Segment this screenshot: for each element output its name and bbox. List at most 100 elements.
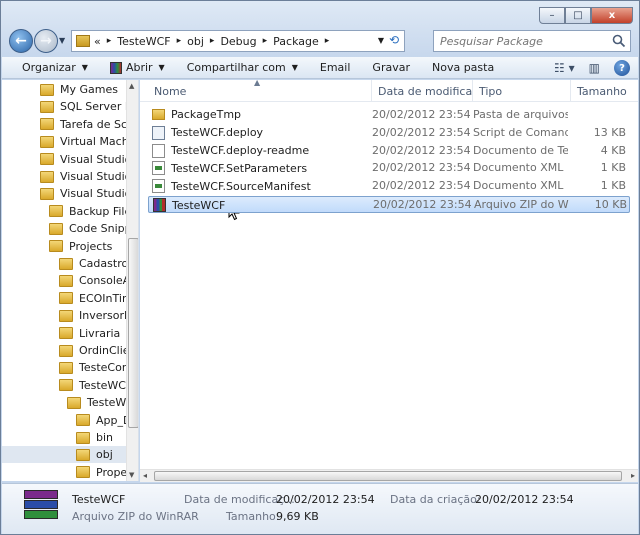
close-button[interactable]: x [591, 7, 633, 24]
tree-item[interactable]: Backup Files [49, 203, 137, 220]
folder-icon [49, 222, 63, 235]
tree-item-label: My Games [60, 83, 118, 96]
share-button[interactable]: Compartilhar com ▼ [187, 61, 298, 74]
breadcrumb-overflow[interactable]: « [94, 35, 101, 48]
address-history-chevron-icon[interactable]: ▼ [378, 36, 384, 45]
help-icon[interactable]: ? [614, 60, 630, 76]
folder-icon [59, 257, 73, 270]
tree-item[interactable]: Projects [49, 238, 112, 255]
column-header-size[interactable]: Tamanho [571, 80, 631, 102]
folder-icon [76, 466, 90, 479]
details-created-value: 20/02/2012 23:54 [475, 493, 574, 506]
tree-item[interactable]: TesteConn [59, 359, 136, 376]
details-size-label: Tamanho: [226, 510, 280, 523]
scroll-left-icon[interactable]: ◂ [143, 471, 147, 480]
folder-icon [40, 187, 54, 200]
burn-button[interactable]: Gravar [372, 61, 410, 74]
column-header-name[interactable]: Nome [148, 80, 372, 102]
details-modified-value: 20/02/2012 23:54 [276, 493, 375, 506]
change-view-icon[interactable]: ☷ ▾ [554, 61, 575, 75]
tree-item-label: Livraria [79, 326, 121, 340]
forward-button[interactable]: → [34, 29, 58, 53]
recent-pages-dropdown[interactable]: ▼ [59, 36, 65, 45]
tree-item-label: bin [96, 431, 114, 444]
xml-document-icon [152, 161, 165, 176]
folder-icon [59, 274, 73, 287]
command-bar: Organizar ▼ Abrir ▼ Compartilhar com ▼ Emai… [2, 57, 638, 79]
back-button[interactable]: ← [9, 29, 33, 53]
folder-icon [76, 431, 90, 444]
email-button[interactable]: Email [320, 61, 351, 74]
chevron-right-icon[interactable]: ▸ [210, 36, 215, 46]
winrar-icon [109, 61, 122, 74]
details-created-label: Data da criação: [390, 493, 481, 506]
tree-item[interactable]: obj [2, 446, 126, 464]
breadcrumb-testewcf[interactable]: TesteWCF [117, 35, 170, 48]
tree-item[interactable]: TesteWCF [59, 377, 132, 394]
file-row[interactable]: TesteWCF.SetParameters 20/02/2012 23:54 Do… [148, 160, 630, 177]
refresh-icon[interactable]: ⟲ [386, 33, 402, 49]
scrollbar-thumb[interactable] [154, 471, 622, 481]
breadcrumb-obj[interactable]: obj [187, 35, 204, 48]
folder-icon [49, 205, 63, 218]
xml-document-icon [152, 179, 165, 194]
tree-item[interactable]: Visual Studio 20 [40, 185, 138, 202]
file-name-label: PackageTmp [171, 108, 242, 121]
file-name: PackageTmp [152, 108, 362, 121]
navigation-pane-scrollbar[interactable]: ▲ ▼ [126, 80, 138, 481]
file-date: 20/02/2012 23:54 [373, 198, 471, 211]
maximize-button[interactable]: □ [565, 7, 591, 24]
explorer-window: – □ x ← → ▼ « ▸ TesteWCF ▸ obj ▸ Debug ▸… [0, 0, 640, 535]
file-type: Script de Comand... [473, 125, 568, 139]
tree-item[interactable]: Livraria [59, 325, 120, 342]
chevron-right-icon[interactable]: ▸ [263, 36, 268, 46]
file-row[interactable]: TesteWCF.SourceManifest 20/02/2012 23:54 D… [148, 178, 630, 195]
tree-item[interactable]: Virtual Machine [40, 133, 138, 150]
chevron-right-icon[interactable]: ▸ [177, 36, 182, 46]
organize-button[interactable]: Organizar ▼ [22, 61, 88, 74]
file-name-label: TesteWCF.deploy-readme [171, 144, 310, 158]
breadcrumb-package[interactable]: Package [273, 35, 319, 48]
file-row[interactable]: PackageTmp 20/02/2012 23:54 Pasta de arqui… [148, 107, 630, 124]
chevron-right-icon: ▸ [106, 36, 112, 46]
column-header-date[interactable]: Data de modificaç... [372, 80, 473, 102]
folder-icon [40, 100, 54, 113]
search-input[interactable] [440, 34, 600, 48]
file-name: TesteWCF [153, 198, 363, 212]
tree-item[interactable]: SQL Server Man [40, 98, 138, 115]
scroll-up-icon[interactable]: ▲ [129, 82, 134, 90]
file-row[interactable]: TesteWCF.deploy-readme 20/02/2012 23:54 Do… [148, 143, 630, 160]
chevron-down-icon: ▼ [158, 63, 165, 72]
file-list-horizontal-scrollbar[interactable]: ◂ ▸ [140, 469, 638, 482]
scroll-right-icon[interactable]: ▸ [631, 471, 635, 480]
open-button[interactable]: Abrir ▼ [109, 61, 165, 74]
file-row[interactable]: TesteWCF 20/02/2012 23:54 Arquivo ZIP do W… [148, 196, 630, 213]
scrollbar-thumb[interactable] [128, 238, 138, 428]
folder-icon [76, 35, 90, 47]
scroll-down-icon[interactable]: ▼ [129, 471, 134, 479]
search-icon[interactable] [612, 34, 626, 48]
file-date: 20/02/2012 23:54 [372, 125, 470, 139]
column-header-type[interactable]: Tipo [473, 80, 571, 102]
minimize-button[interactable]: – [539, 7, 565, 24]
tree-item[interactable]: bin [76, 429, 113, 446]
navigation-pane: Propert obj bin App_Da TesteWCF TesteWCF Teste… [2, 80, 139, 481]
tree-item[interactable]: Visual Studio 20 [40, 168, 138, 185]
new-folder-button[interactable]: Nova pasta [432, 61, 494, 74]
preview-pane-icon[interactable]: ▥ [589, 61, 600, 75]
tree-item[interactable]: My Games [40, 81, 118, 98]
file-row[interactable]: TesteWCF.deploy 20/02/2012 23:54 Script de… [148, 125, 630, 142]
tree-item[interactable]: Tarefa de Scrip [40, 116, 138, 133]
file-size: 13 KB [593, 125, 626, 139]
file-size: 10 KB [594, 198, 627, 211]
file-name: TesteWCF.SourceManifest [152, 179, 362, 194]
address-bar[interactable]: « ▸ TesteWCF ▸ obj ▸ Debug ▸ Package ▸ ▼… [71, 30, 405, 52]
search-box[interactable] [433, 30, 631, 52]
details-file-type: Arquivo ZIP do WinRAR [72, 510, 199, 523]
file-size: 1 KB [600, 161, 626, 175]
tree-item[interactable]: Visual Studio 20 [40, 151, 138, 168]
chevron-right-icon[interactable]: ▸ [325, 36, 330, 46]
file-date: 20/02/2012 23:54 [372, 143, 470, 157]
breadcrumb-debug[interactable]: Debug [220, 35, 256, 48]
winrar-archive-icon [24, 490, 58, 528]
